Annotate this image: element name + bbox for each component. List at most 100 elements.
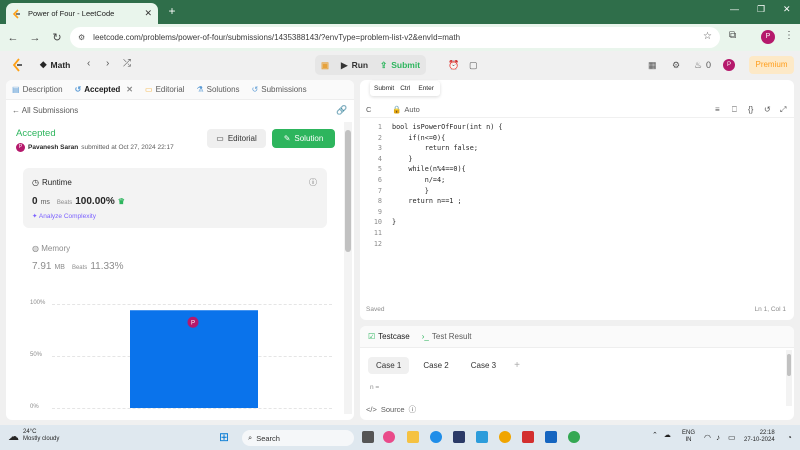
chrome-icon[interactable] — [568, 431, 580, 443]
left-scrollbar-thumb[interactable] — [345, 130, 351, 252]
close-tab-icon[interactable]: ✕ — [126, 85, 133, 94]
case-tab[interactable]: Case 2 — [415, 357, 456, 374]
copilot-icon[interactable] — [383, 431, 395, 443]
editorial-button[interactable]: ▭ Editorial — [207, 129, 266, 148]
settings-gear-icon[interactable]: ⚙ — [672, 60, 680, 71]
windows-start-icon[interactable]: ⊞ — [219, 430, 229, 444]
new-tab-icon[interactable]: + — [166, 5, 178, 17]
run-button[interactable]: ▶ Run — [335, 55, 374, 75]
code-line[interactable]: 3 return false; — [360, 144, 794, 155]
chevron-up-icon[interactable]: ⌃ — [652, 431, 658, 439]
language-indicator[interactable]: ENG IN — [682, 430, 695, 444]
help-icon[interactable]: ⓘ — [409, 404, 417, 415]
code-line[interactable]: 12 — [360, 240, 794, 251]
solution-button[interactable]: ✎ Solution — [272, 129, 335, 148]
problem-list-link[interactable]: ◆ Math — [40, 59, 70, 70]
add-case-icon[interactable]: + — [514, 360, 520, 371]
format-icon[interactable]: ≡ — [715, 105, 720, 114]
wifi-icon[interactable]: ◠ — [704, 433, 711, 442]
bookmark-icon[interactable]: ⎕ — [732, 105, 737, 115]
notes-icon[interactable]: ▢ — [469, 60, 478, 71]
case-tab[interactable]: Case 3 — [463, 357, 504, 374]
task-view-icon[interactable] — [362, 431, 374, 443]
code-area[interactable]: 1 bool isPowerOfFour(int n) {2 if(n<=0){3… — [360, 123, 794, 250]
cloud-icon[interactable]: ☁ — [664, 431, 671, 439]
tab-label: Solutions — [206, 85, 240, 94]
tab-editorial[interactable]: ▭ Editorial — [145, 85, 184, 94]
volume-icon[interactable]: ♪ — [716, 433, 720, 442]
info-icon[interactable]: ⓘ — [309, 177, 317, 188]
file-explorer-icon[interactable] — [407, 431, 419, 443]
weather-widget[interactable]: ☁ 24°C Mostly cloudy — [8, 429, 59, 443]
app-icon[interactable] — [476, 431, 488, 443]
close-tab-icon[interactable]: ✕ — [144, 8, 152, 19]
back-icon[interactable]: ← — [2, 32, 24, 44]
reload-icon[interactable]: ↻ — [46, 31, 68, 44]
minimize-icon[interactable]: — — [730, 4, 739, 14]
link-icon[interactable]: 🔗 — [336, 105, 347, 116]
browser-tab[interactable]: Power of Four - LeetCode ✕ — [6, 3, 158, 24]
tab-test-result[interactable]: ›_ Test Result — [422, 332, 472, 341]
code-line[interactable]: 2 if(n<=0){ — [360, 134, 794, 145]
language-selector[interactable]: C — [366, 105, 371, 114]
user-avatar[interactable]: P — [723, 59, 735, 71]
window-close-icon[interactable]: ✕ — [783, 4, 791, 15]
taskbar-search[interactable]: ⌕ Search — [242, 430, 354, 446]
store-icon[interactable] — [453, 431, 465, 443]
restore-icon[interactable]: ❐ — [757, 4, 765, 15]
auto-mode[interactable]: 🔒 Auto — [392, 105, 420, 114]
braces-icon[interactable]: {} — [748, 105, 753, 114]
source-link[interactable]: </> Source ⓘ — [366, 404, 416, 415]
shuffle-icon[interactable]: ⤮ — [123, 58, 131, 69]
notification-icon[interactable]: ◔ — [787, 433, 792, 442]
debug-icon[interactable]: ▣ — [315, 55, 335, 75]
lang-region: IN — [685, 437, 692, 443]
mail-icon[interactable] — [545, 431, 557, 443]
submitter-name[interactable]: Pavanesh Saran — [28, 144, 78, 151]
submit-button[interactable]: ⇪ Submit — [374, 55, 426, 75]
bookmark-star-icon[interactable]: ☆ — [703, 31, 712, 42]
tab-testcase[interactable]: ☑ Testcase — [368, 332, 410, 341]
code-line[interactable]: 6 n/=4; — [360, 176, 794, 187]
timer-icon[interactable]: ⏰ — [448, 60, 459, 71]
line-number: 12 — [373, 239, 382, 248]
line-number: 1 — [377, 123, 382, 131]
extensions-icon[interactable]: ⧉ — [729, 30, 736, 41]
prev-problem-icon[interactable]: ‹ — [87, 58, 90, 69]
browser-profile-avatar[interactable]: P — [761, 30, 775, 44]
code-line[interactable]: 11 — [360, 229, 794, 240]
runtime-card[interactable]: ◷ Runtime ⓘ 0 ms Beats 100.00% ♛ ✦ Analyz… — [23, 168, 327, 228]
premium-button[interactable]: Premium — [749, 56, 794, 74]
next-problem-icon[interactable]: › — [106, 58, 109, 69]
code-line[interactable]: 7 } — [360, 187, 794, 198]
code-line[interactable]: 9 — [360, 208, 794, 219]
clock[interactable]: 22:18 27-10-2024 — [744, 430, 775, 444]
tab-accepted[interactable]: ↺ Accepted ✕ — [75, 85, 133, 94]
app-icon[interactable] — [522, 431, 534, 443]
url-bar[interactable]: ⚙ leetcode.com/problems/power-of-four/su… — [70, 27, 720, 48]
battery-icon[interactable]: ▭ — [728, 433, 736, 442]
forward-icon[interactable]: → — [24, 32, 46, 44]
code-line[interactable]: 5 while(n%4==0){ — [360, 165, 794, 176]
tab-solutions[interactable]: ⚗ Solutions — [196, 85, 239, 94]
code-line[interactable]: 10} — [360, 218, 794, 229]
all-submissions-link[interactable]: ← All Submissions — [12, 106, 78, 115]
layout-icon[interactable]: ▦ — [648, 60, 657, 71]
testcase-scrollbar-thumb[interactable] — [787, 354, 791, 376]
site-info-icon[interactable]: ⚙ — [78, 33, 85, 42]
browser-menu-icon[interactable]: ⋮ — [784, 30, 794, 41]
reset-icon[interactable]: ↺ — [764, 105, 771, 114]
edge-icon[interactable] — [430, 431, 442, 443]
tab-submissions[interactable]: ↺ Submissions — [252, 85, 307, 94]
streak-fire-icon[interactable]: ♨ — [694, 60, 702, 71]
leetcode-logo-icon[interactable] — [12, 58, 24, 72]
code-line[interactable]: 1 bool isPowerOfFour(int n) { — [360, 123, 794, 134]
tab-description[interactable]: ▤ Description — [12, 85, 63, 94]
analyze-complexity-link[interactable]: ✦ Analyze Complexity — [32, 212, 96, 220]
case-tab[interactable]: Case 1 — [368, 357, 410, 374]
expand-icon[interactable]: ⤢ — [780, 105, 786, 115]
app-icon[interactable] — [499, 431, 511, 443]
code-line[interactable]: 8 return n==1 ; — [360, 197, 794, 208]
code-line[interactable]: 4 } — [360, 155, 794, 166]
memory-header[interactable]: ◍ Memory — [32, 244, 70, 253]
